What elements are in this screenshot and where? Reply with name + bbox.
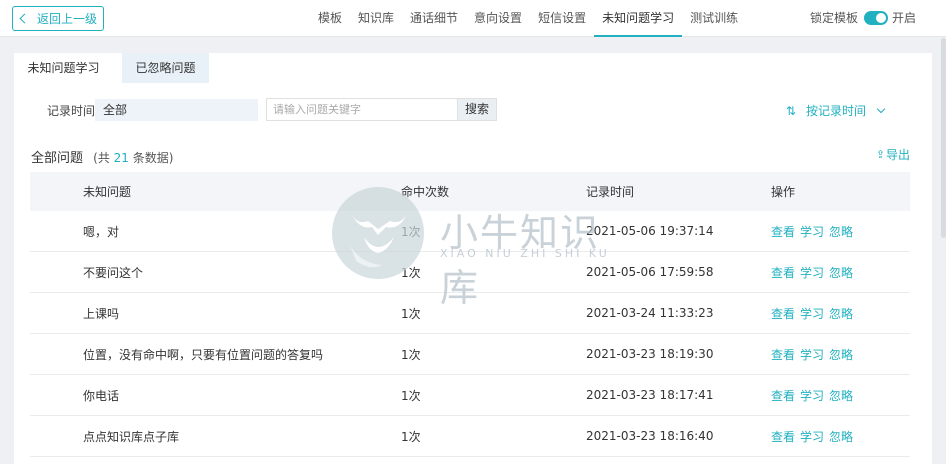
question-cell: 不要问这个 <box>83 265 144 280</box>
export-button[interactable]: ⇪ 导出 <box>876 146 910 163</box>
view-link[interactable]: 查看 <box>771 430 795 444</box>
table-row: 不要问这个 1次 2021-05-06 17:59:58 查看 学习 忽略 <box>30 252 910 293</box>
summary: 全部问题 (共 21 条数据) <box>31 147 173 166</box>
count-number: 21 <box>113 151 129 165</box>
learn-link[interactable]: 学习 <box>800 389 824 403</box>
ignore-link[interactable]: 忽略 <box>829 348 853 362</box>
learn-link[interactable]: 学习 <box>800 225 824 239</box>
nav-item-test-training[interactable]: 测试训练 <box>682 0 746 37</box>
view-link[interactable]: 查看 <box>771 348 795 362</box>
record-time-label: 记录时间 <box>47 104 96 118</box>
chevron-down-icon <box>876 104 886 114</box>
time-cell: 2021-03-24 11:33:23 <box>586 306 714 320</box>
tab-unknown-questions[interactable]: 未知问题学习 <box>14 53 113 83</box>
count-suffix: 条数据) <box>132 151 174 165</box>
export-label: 导出 <box>885 148 910 162</box>
time-cell: 2021-05-06 17:59:58 <box>586 265 714 279</box>
ignore-link[interactable]: 忽略 <box>829 225 853 239</box>
sub-tabs: 未知问题学习 已忽略问题 <box>14 53 209 83</box>
hits-cell: 1次 <box>401 388 421 403</box>
nav-item-intent-settings[interactable]: 意向设置 <box>466 0 530 37</box>
back-button[interactable]: 返回上一级 <box>12 6 104 31</box>
hits-cell: 1次 <box>401 306 421 321</box>
ignore-link[interactable]: 忽略 <box>829 266 853 280</box>
learn-link[interactable]: 学习 <box>800 307 824 321</box>
filter-bar: 记录时间 全部 搜索 ⇅ 按记录时间 <box>14 98 932 122</box>
top-bar: 返回上一级 模板 知识库 通话细节 意向设置 短信设置 未知问题学习 测试训练 … <box>0 0 946 37</box>
record-time-select[interactable]: 全部 <box>95 99 258 121</box>
hits-cell: 1次 <box>401 347 421 362</box>
table-row: 上课吗 1次 2021-03-24 11:33:23 查看 学习 忽略 <box>30 293 910 334</box>
hits-cell: 1次 <box>401 265 421 280</box>
top-nav: 模板 知识库 通话细节 意向设置 短信设置 未知问题学习 测试训练 <box>310 0 746 37</box>
main-panel: 未知问题学习 已忽略问题 记录时间 全部 搜索 ⇅ 按记录时间 全部问题 (共 … <box>14 53 932 464</box>
lock-template-label: 锁定模板 <box>809 11 858 25</box>
time-cell: 2021-03-23 18:19:30 <box>586 347 714 361</box>
learn-link[interactable]: 学习 <box>800 430 824 444</box>
tab-ignored-questions[interactable]: 已忽略问题 <box>122 53 209 83</box>
count-prefix: (共 <box>93 151 110 165</box>
ignore-link[interactable]: 忽略 <box>829 389 853 403</box>
keyword-search-input[interactable] <box>266 98 458 121</box>
ignore-link[interactable]: 忽略 <box>829 307 853 321</box>
lock-state-label: 开启 <box>891 11 916 25</box>
toggle-knob <box>875 12 886 23</box>
time-cell: 2021-03-23 18:16:40 <box>586 429 714 443</box>
nav-item-call-details[interactable]: 通话细节 <box>402 0 466 37</box>
hits-cell: 1次 <box>401 224 421 239</box>
nav-item-unknown-question-learning[interactable]: 未知问题学习 <box>594 0 683 37</box>
questions-table: 未知问题 命中次数 记录时间 操作 嗯，对 1次 2021-05-06 19:3… <box>30 172 910 457</box>
table-row: 你电话 1次 2021-03-23 18:17:41 查看 学习 忽略 <box>30 375 910 416</box>
ignore-link[interactable]: 忽略 <box>829 430 853 444</box>
table-header: 未知问题 命中次数 记录时间 操作 <box>30 172 910 211</box>
lock-template-control: 锁定模板 开启 <box>810 9 916 26</box>
question-cell: 位置，没有命中啊，只要有位置问题的答复吗 <box>83 347 324 362</box>
summary-title: 全部问题 <box>31 151 84 166</box>
export-icon: ⇪ <box>875 148 885 161</box>
time-cell: 2021-05-06 19:37:14 <box>586 224 714 238</box>
nav-item-knowledge-base[interactable]: 知识库 <box>350 0 402 37</box>
actions-cell: 查看 学习 忽略 <box>771 346 858 363</box>
page-scrollbar[interactable] <box>941 38 946 238</box>
question-cell: 你电话 <box>83 388 120 403</box>
actions-cell: 查看 学习 忽略 <box>771 264 858 281</box>
col-header-actions: 操作 <box>771 185 796 199</box>
actions-cell: 查看 学习 忽略 <box>771 305 858 322</box>
col-header-hits: 命中次数 <box>401 185 450 199</box>
learn-link[interactable]: 学习 <box>800 348 824 362</box>
search-button[interactable]: 搜索 <box>458 98 497 121</box>
table-row: 点点知识库点子库 1次 2021-03-23 18:16:40 查看 学习 忽略 <box>30 416 910 457</box>
hits-cell: 1次 <box>401 429 421 444</box>
summary-count: (共 21 条数据) <box>93 151 173 165</box>
chevron-left-icon <box>19 13 30 24</box>
back-button-label: 返回上一级 <box>37 12 98 26</box>
question-cell: 点点知识库点子库 <box>83 429 180 444</box>
nav-item-sms-settings[interactable]: 短信设置 <box>530 0 594 37</box>
table-row: 嗯，对 1次 2021-05-06 19:37:14 查看 学习 忽略 <box>30 211 910 252</box>
view-link[interactable]: 查看 <box>771 307 795 321</box>
learn-link[interactable]: 学习 <box>800 266 824 280</box>
view-link[interactable]: 查看 <box>771 225 795 239</box>
view-link[interactable]: 查看 <box>771 266 795 280</box>
lock-template-toggle[interactable] <box>863 10 888 25</box>
col-header-question: 未知问题 <box>83 185 132 199</box>
question-cell: 上课吗 <box>83 306 120 321</box>
sort-label: 按记录时间 <box>805 104 866 118</box>
view-link[interactable]: 查看 <box>771 389 795 403</box>
actions-cell: 查看 学习 忽略 <box>771 428 858 445</box>
sort-dropdown[interactable]: ⇅ 按记录时间 <box>785 102 886 119</box>
actions-cell: 查看 学习 忽略 <box>771 387 858 404</box>
question-cell: 嗯，对 <box>83 224 120 239</box>
col-header-time: 记录时间 <box>586 185 635 199</box>
table-row: 位置，没有命中啊，只要有位置问题的答复吗 1次 2021-03-23 18:19… <box>30 334 910 375</box>
nav-item-template[interactable]: 模板 <box>310 0 350 37</box>
actions-cell: 查看 学习 忽略 <box>771 223 858 240</box>
time-cell: 2021-03-23 18:17:41 <box>586 388 714 402</box>
sort-icon: ⇅ <box>785 103 796 118</box>
